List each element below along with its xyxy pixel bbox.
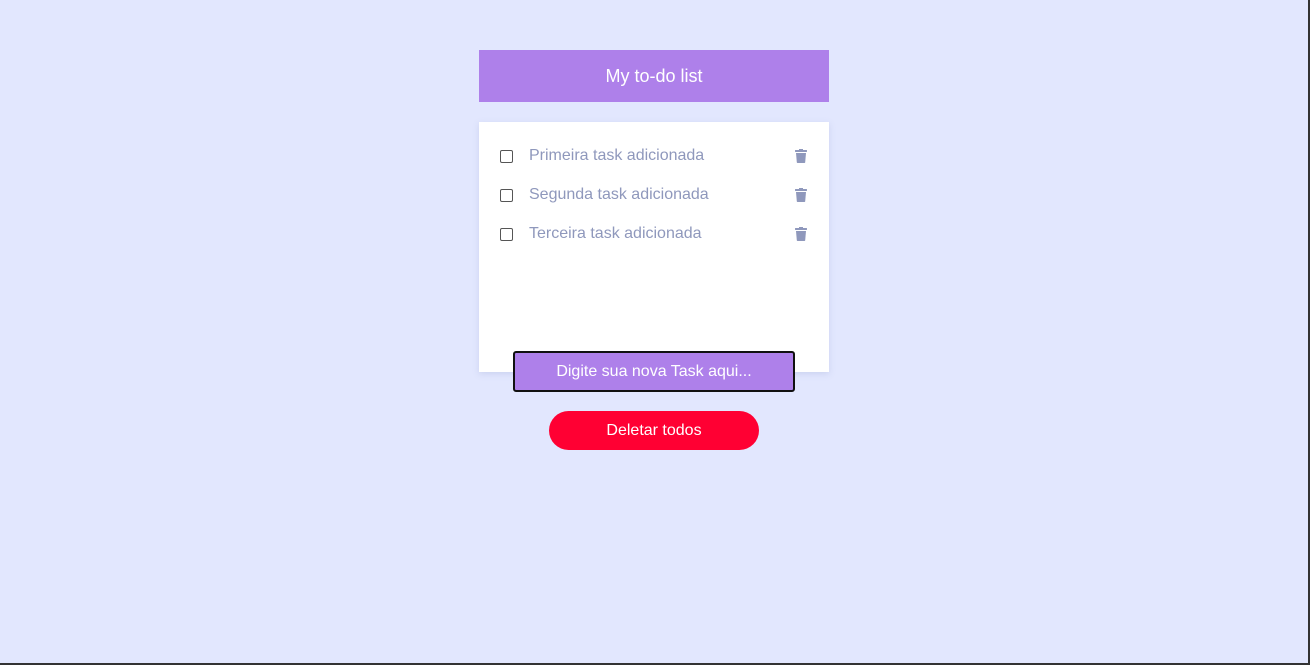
task-label: Primeira task adicionada — [529, 147, 705, 164]
trash-icon[interactable] — [795, 227, 807, 241]
task-list: Primeira task adicionada Segunda task ad… — [479, 137, 829, 254]
task-label: Segunda task adicionada — [529, 186, 709, 203]
trash-icon[interactable] — [795, 149, 807, 163]
list-header: My to-do list — [479, 50, 829, 102]
list-item: Terceira task adicionada — [479, 215, 829, 254]
task-checkbox[interactable] — [500, 228, 513, 241]
trash-icon[interactable] — [795, 188, 807, 202]
task-checkbox[interactable] — [500, 150, 513, 163]
list-item: Segunda task adicionada — [479, 176, 829, 215]
task-card: Primeira task adicionada Segunda task ad… — [479, 122, 829, 372]
task-label: Terceira task adicionada — [529, 225, 702, 242]
delete-all-button[interactable]: Deletar todos — [549, 411, 759, 450]
task-checkbox[interactable] — [500, 189, 513, 202]
new-task-input[interactable] — [513, 351, 795, 392]
page-title: My to-do list — [605, 65, 703, 86]
list-item: Primeira task adicionada — [479, 137, 829, 176]
